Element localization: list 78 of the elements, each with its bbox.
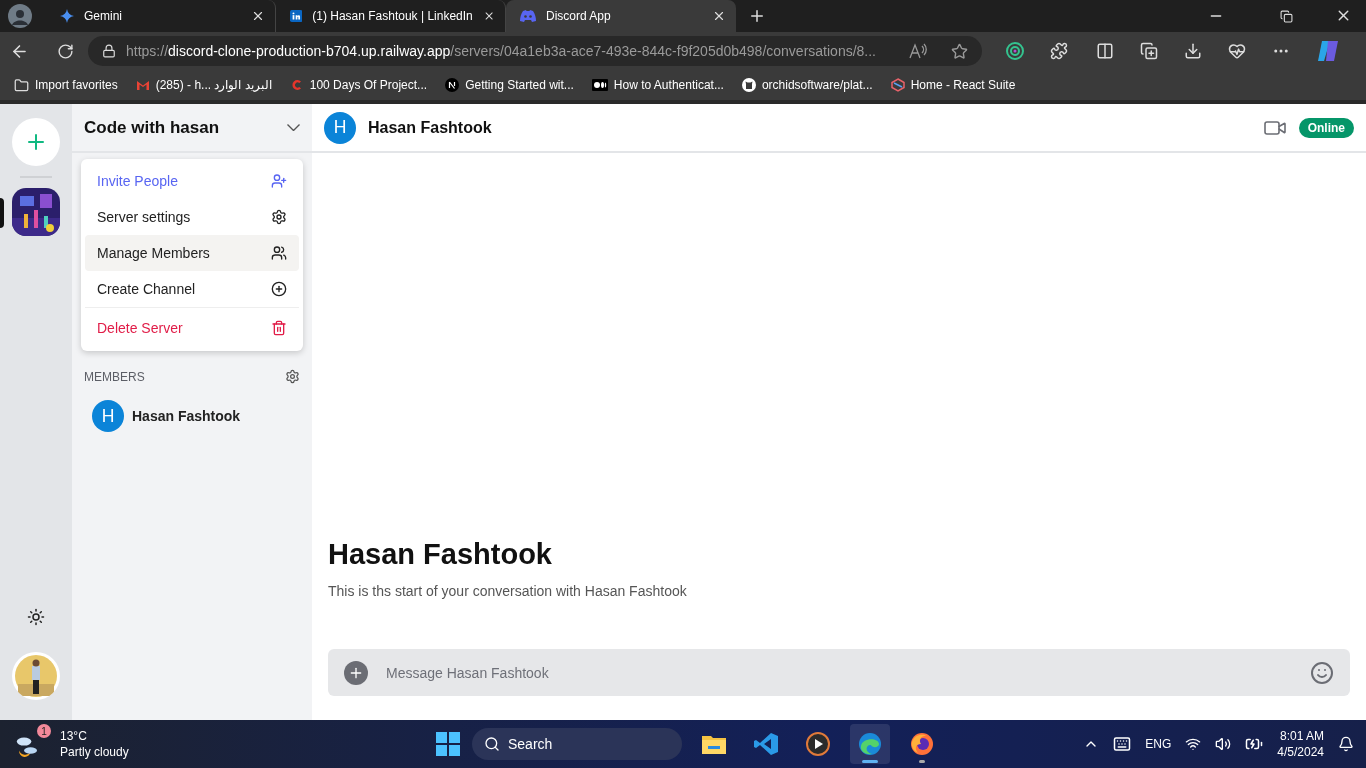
reload-icon[interactable] [57,42,74,60]
dots-logo-icon [591,79,608,91]
server-settings-item[interactable]: Server settings [85,199,299,235]
taskbar-app-button[interactable] [850,724,890,764]
copilot-icon[interactable] [1316,40,1340,62]
bookmark-link[interactable]: 100 Days Of Project... [289,78,428,92]
play-icon [806,732,830,756]
close-icon[interactable] [251,9,265,23]
clock[interactable]: 8:01 AM 4/5/2024 [1277,728,1324,760]
member-avatar: H [92,400,124,432]
temperature-text: 13°C [60,728,88,744]
taskbar-search-field[interactable]: Search [472,728,682,760]
settings-icon[interactable] [285,369,300,384]
health-icon[interactable] [1228,42,1246,60]
create-channel-item[interactable]: Create Channel [85,271,299,307]
bookmark-link[interactable]: Getting Started wit... [445,78,574,92]
close-icon[interactable] [712,9,726,23]
restore-icon[interactable] [1280,10,1293,23]
collections-icon[interactable] [1140,42,1158,60]
theme-toggle-icon[interactable] [27,608,45,626]
sparkle-icon [60,9,74,23]
delete-server-item[interactable]: Delete Server [85,307,299,347]
notification-icon[interactable] [1338,736,1354,752]
bookmark-link[interactable]: orchidsoftware/plat... [741,78,873,92]
new-tab-icon[interactable] [748,7,766,25]
fox-browser-icon [910,732,934,756]
logo-icon [445,78,460,92]
address-bar[interactable]: https://discord-clone-production-b704.up.railway.app/servers/04a1eb3a-ace7-493e-844c-f9f205d0b498/conversations/8... [88,36,982,66]
language-indicator[interactable]: ENG [1145,737,1172,751]
status-badge: Online [1298,117,1354,138]
invite-people-item[interactable]: Invite People [85,163,299,199]
add-attachment-icon[interactable] [344,660,368,685]
add-user-icon [271,173,287,189]
bookmark-link[interactable]: Import favorites [14,77,118,93]
intro-title: Hasan Fashtook [328,538,553,571]
users-icon [271,245,287,261]
code-editor-icon [754,732,778,756]
split-screen-icon[interactable] [1096,42,1114,60]
conversation-title: Hasan Fashtook [368,118,493,137]
trash-icon [271,319,287,336]
target-icon[interactable] [1006,42,1024,60]
bookmark-link[interactable]: (285) - h... البريد الوارد [135,78,272,92]
start-icon[interactable] [436,732,460,756]
emoji-icon[interactable] [1310,660,1334,685]
profile-avatar-icon[interactable] [8,4,32,28]
message-field[interactable]: Message Hasan Fashtook [328,649,1350,696]
browser-icon [858,732,882,756]
wifi-icon[interactable] [1185,736,1202,752]
folder-icon [702,734,726,754]
user-avatar: H [324,111,356,144]
read-aloud-icon[interactable] [909,43,927,59]
bookmark-link[interactable]: Home - React Suite [890,78,1016,92]
chevron-down-icon [287,124,300,131]
message-input[interactable]: Message Hasan Fashtook [384,663,1294,682]
plus-circle-icon [271,281,287,297]
weather-condition: Partly cloudy [60,744,129,760]
gamepad-icon [520,10,536,22]
search-icon [484,736,500,752]
keyboard-icon[interactable] [1113,735,1132,753]
bookmark-link[interactable]: How to Authenticat... [591,78,724,92]
mail-icon [135,78,150,92]
url-text: https://discord-clone-production-b704.up.railway.app/servers/04a1eb3a-ace7-493e-844c-f9f205d0b498/conversations/8... [126,43,877,59]
manage-members-item[interactable]: Manage Members [85,235,299,271]
download-icon[interactable] [1184,42,1202,60]
add-server-button[interactable] [12,118,60,166]
notification-badge: 1 [37,724,51,738]
linkedin-icon [290,9,303,23]
volume-icon[interactable] [1215,736,1232,752]
hexagon-logo-icon [890,78,905,92]
folder-icon [14,77,29,93]
members-heading: MEMBERS [84,369,145,384]
intro-text: This is ths start of your conversation with Hasan Fashtook [328,583,688,599]
favorite-icon[interactable] [951,42,968,60]
extensions-icon[interactable] [1050,42,1068,60]
browser-tab[interactable]: Discord App [506,0,736,32]
settings-icon [271,209,287,225]
member-name[interactable]: Hasan Fashtook [132,408,241,424]
lock-icon [102,44,116,58]
